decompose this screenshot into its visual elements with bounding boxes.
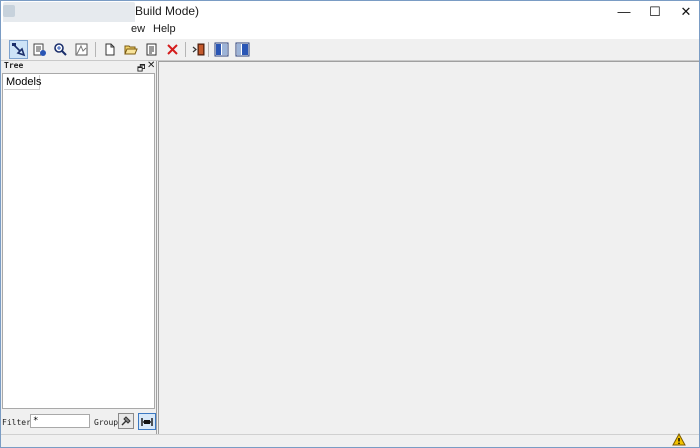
open-folder-button[interactable] bbox=[121, 40, 140, 59]
open-folder-icon bbox=[124, 45, 138, 55]
new-file-button[interactable] bbox=[100, 40, 119, 59]
inspect-icon bbox=[54, 43, 67, 56]
simulate-button[interactable] bbox=[30, 40, 49, 59]
toolbar-separator bbox=[208, 42, 209, 57]
tree-panel-title: Tree bbox=[4, 61, 24, 70]
panel-right-icon bbox=[235, 42, 250, 57]
panel-left-button[interactable] bbox=[212, 40, 231, 59]
toolbar-separator bbox=[95, 42, 96, 57]
close-icon: ✕ bbox=[680, 3, 692, 19]
inspect-button[interactable] bbox=[51, 40, 70, 59]
warning-icon bbox=[672, 433, 686, 446]
toolbar-separator bbox=[185, 42, 186, 57]
pin-icon bbox=[121, 416, 131, 426]
delete-icon bbox=[167, 44, 178, 55]
panel-left-icon bbox=[214, 42, 229, 57]
panel-right-button[interactable] bbox=[233, 40, 252, 59]
tree-panel: Tree 🗗 ✕ Models Filter * Group bbox=[1, 60, 157, 435]
new-file-icon bbox=[105, 43, 115, 56]
maximize-button[interactable]: ☐ bbox=[639, 1, 671, 22]
tree-panel-header: Tree 🗗 ✕ bbox=[1, 60, 156, 73]
filter-input[interactable]: * bbox=[30, 414, 90, 428]
edit-document-button[interactable] bbox=[142, 40, 161, 59]
close-panel-icon[interactable]: ✕ bbox=[147, 60, 155, 71]
main-workspace[interactable] bbox=[158, 61, 699, 435]
application-window: Build Mode) — ☐ ✕ ew Help Tree 🗗 ✕ Model… bbox=[0, 0, 700, 448]
filter-label: Filter bbox=[2, 418, 31, 427]
app-icon bbox=[3, 5, 15, 17]
exit-icon bbox=[192, 43, 205, 56]
maximize-icon: ☐ bbox=[649, 3, 661, 19]
simulate-icon bbox=[33, 43, 46, 56]
exit-button[interactable] bbox=[189, 40, 208, 59]
window-title: Build Mode) bbox=[135, 4, 200, 18]
tree-node-models[interactable]: Models bbox=[4, 75, 41, 90]
menu-help[interactable]: Help bbox=[153, 23, 176, 35]
group-label: Group bbox=[94, 418, 119, 427]
filter-row: Filter * Group bbox=[1, 412, 157, 432]
menu-view[interactable]: ew bbox=[131, 23, 145, 35]
minimize-icon: — bbox=[617, 4, 631, 19]
tree-view[interactable]: Models bbox=[2, 73, 155, 409]
minimize-button[interactable]: — bbox=[608, 1, 640, 22]
menu-bar: ew Help bbox=[1, 22, 699, 39]
edit-document-icon bbox=[146, 43, 157, 56]
toolbar bbox=[1, 39, 699, 61]
warning-button[interactable] bbox=[671, 432, 687, 447]
diagram-icon bbox=[75, 43, 88, 56]
diagram-button[interactable] bbox=[72, 40, 91, 59]
title-bar: Build Mode) — ☐ ✕ bbox=[1, 1, 700, 38]
collapse-icon bbox=[141, 417, 153, 426]
status-bar bbox=[1, 432, 699, 447]
close-button[interactable]: ✕ bbox=[670, 1, 700, 22]
group-button[interactable] bbox=[118, 413, 134, 429]
sort-button[interactable] bbox=[138, 413, 156, 430]
build-mode-icon bbox=[12, 43, 26, 57]
build-mode-button[interactable] bbox=[9, 40, 28, 59]
delete-button[interactable] bbox=[163, 40, 182, 59]
